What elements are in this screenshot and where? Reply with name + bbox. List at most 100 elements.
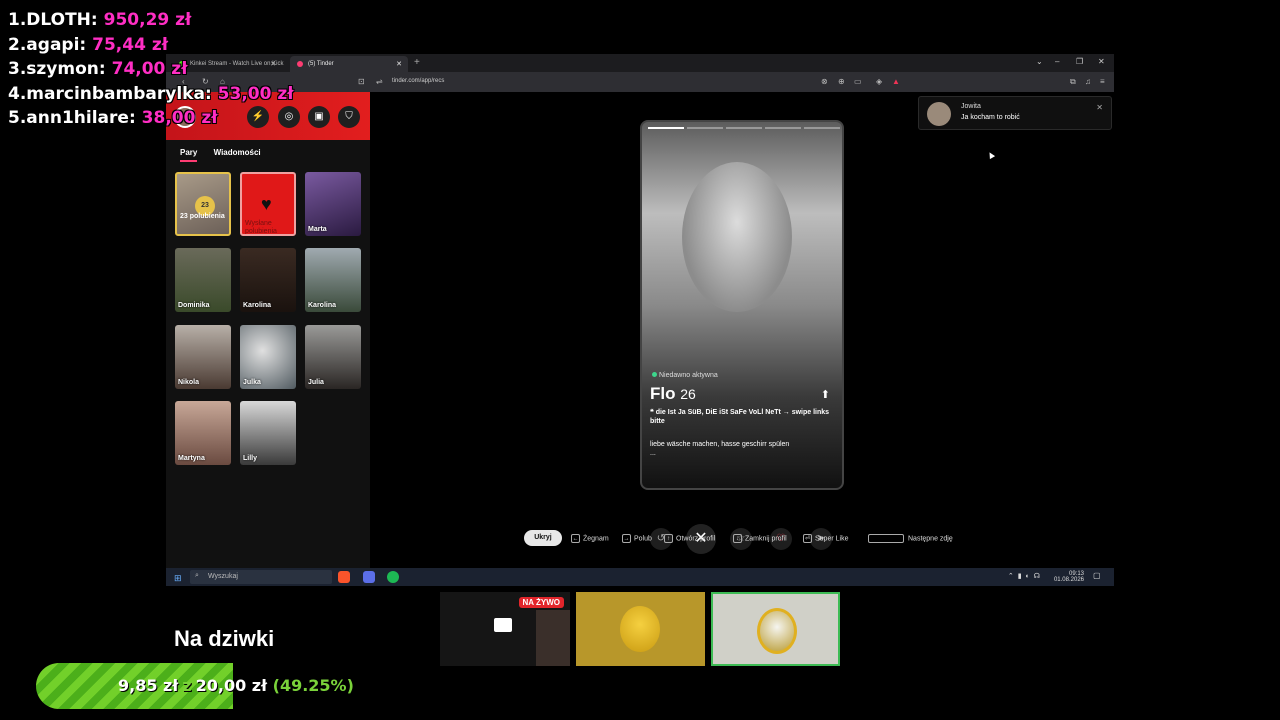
profile-bio: liebe wäsche machen, hasse geschirr spül… [650, 440, 830, 458]
donor-name: marcinbambarylka: [26, 83, 212, 104]
match-card[interactable]: Karolina [305, 248, 361, 312]
notification-message: Ja kocham to robić [961, 114, 1020, 121]
stream-preview-tile: NA ŻYWO [440, 592, 570, 666]
goal-current: 9,85 zł [118, 676, 179, 695]
media-icon[interactable]: ♫ [1085, 77, 1091, 86]
hint-label: Super Like [815, 535, 849, 543]
menu-icon[interactable]: ≡ [1100, 77, 1105, 86]
expand-profile-icon[interactable]: ⬆ [821, 388, 830, 401]
tab-matches[interactable]: Pary [180, 148, 198, 162]
match-name: Julka [243, 379, 261, 386]
goal-text: 9,85 zł z 20,00 zł (49.25%) [118, 676, 354, 695]
age-text: 26 [680, 386, 696, 402]
donor-name: szymon: [26, 59, 106, 79]
address-bar[interactable]: ‹ ↻ ⌂ ⊡ ⇌ tinder.com/app/recs ⊗ ⊕ ▭ ◈ ▲ … [166, 72, 1114, 92]
windows-start-icon[interactable]: ⊞ [174, 573, 182, 584]
close-window-icon[interactable]: ✕ [1098, 57, 1105, 66]
status-text: Niedawno aktywna [659, 372, 718, 379]
match-card[interactable]: Karolina [240, 248, 296, 312]
match-card[interactable]: Julka [240, 325, 296, 389]
monitor-icon [494, 618, 512, 632]
photo-progress [648, 127, 840, 129]
system-clock[interactable]: 09:13 01.08.2026 [1054, 571, 1084, 583]
donor-name: ann1hilare: [26, 108, 136, 128]
close-icon[interactable]: ✕ [396, 60, 402, 68]
match-name: Karolina [243, 302, 272, 309]
profile-name: Flo 26 [650, 384, 696, 404]
match-card[interactable]: Marta [305, 172, 361, 236]
live-badge: NA ŻYWO [518, 597, 564, 608]
leaderboard-row: 5.ann1hilare: 38,00 zł [8, 106, 294, 131]
avatar [927, 102, 951, 126]
donation-amount: 950,29 zł [103, 10, 192, 30]
briefcase-icon[interactable]: ▣ [308, 106, 330, 128]
donor-name: DLOTH: [26, 10, 98, 30]
likes-label: 23 polubienia [180, 213, 225, 220]
brave-icon[interactable] [338, 571, 350, 583]
minimize-icon[interactable]: – [1055, 57, 1059, 66]
zoom-icon[interactable]: ⊕ [838, 77, 845, 86]
webcam-preview [536, 610, 570, 666]
hint-label: Następne zdję [908, 535, 953, 543]
screen-icon[interactable]: ▭ [854, 77, 862, 86]
tab-tinder[interactable]: (5) Tinder ✕ [290, 56, 408, 72]
goal-target: 20,00 zł [195, 676, 268, 695]
taskbar-search[interactable]: ⌕ Wyszukaj [190, 570, 332, 584]
match-notification[interactable]: Jowita Ja kocham to robić ✕ [918, 96, 1112, 130]
goal-connector: z [182, 676, 192, 695]
match-card[interactable]: Dominika [175, 248, 231, 312]
match-name: Marta [308, 226, 327, 233]
likes-card[interactable]: 23 23 polubienia [175, 172, 231, 236]
main-content: Niedawno aktywna Flo 26 ⬆ ❝ die Ist Ja S… [370, 92, 1114, 568]
spotify-icon[interactable] [387, 571, 399, 583]
close-icon[interactable]: ✕ [1096, 103, 1103, 112]
url-text[interactable]: tinder.com/app/recs [392, 78, 444, 84]
tab-messages[interactable]: Wiadomości [214, 148, 261, 157]
match-name: Nikola [178, 379, 200, 386]
match-name: Lilly [243, 455, 258, 462]
match-name: Julia [308, 379, 324, 386]
donation-amount: 75,44 zł [92, 34, 169, 55]
leaderboard-row: 1.DLOTH: 950,29 zł [8, 8, 294, 33]
match-card[interactable]: Lilly [240, 401, 296, 465]
hint-label: Żegnam [583, 535, 609, 543]
screen-capture: Kinkei Stream - Watch Live on Kick ✕ (5) … [166, 54, 1114, 586]
hint-like: → Polub [622, 534, 652, 543]
leaderboard-row: 2.agapi: 75,44 zł [8, 33, 294, 58]
profile-quote: ❝ die Ist Ja SüB, DiE iSt SaFe VoLl NeTt… [650, 409, 830, 425]
new-tab-icon[interactable]: + [414, 57, 420, 68]
hide-hints-button[interactable]: Ukryj [524, 530, 562, 546]
hint-label: Zamknij profil [745, 535, 787, 543]
sunglasses-emoji-tile [576, 592, 705, 666]
site-info-icon[interactable]: ⇌ [376, 77, 383, 86]
joker-emoji-icon [757, 608, 797, 654]
shield-icon[interactable]: ⛉ [338, 106, 360, 128]
shield-icon[interactable]: ⊗ [821, 77, 828, 86]
restore-icon[interactable]: ❐ [1076, 57, 1083, 66]
brave-icon[interactable]: ◈ [876, 77, 882, 86]
tab-label: (5) Tinder [308, 61, 334, 67]
discord-icon[interactable] [363, 571, 375, 583]
bookmark-icon[interactable]: ⊡ [358, 77, 365, 86]
match-card[interactable]: Nikola [175, 325, 231, 389]
extensions-icon[interactable]: ⧉ [1070, 77, 1076, 87]
goal-title: Na dziwki [174, 626, 275, 651]
hint-label: Polub [634, 535, 652, 543]
hint-close: ↓ Zamknij profil [733, 534, 787, 543]
donation-goal-bar: 9,85 zł z 20,00 zł (49.25%) [36, 663, 456, 709]
rank: 1. [8, 10, 27, 30]
hint-next-photo: Następne zdję [868, 534, 953, 543]
hint-superlike: ⏎ Super Like [803, 534, 849, 543]
rank: 2. [8, 34, 27, 55]
chevron-down-icon[interactable]: ⌄ [1036, 57, 1043, 66]
sent-likes-card[interactable]: ♥ Wysłane polubienia [240, 172, 296, 236]
profile-card[interactable]: Niedawno aktywna Flo 26 ⬆ ❝ die Ist Ja S… [640, 120, 844, 490]
warning-icon[interactable]: ▲ [892, 77, 900, 86]
system-tray-icons[interactable]: ⌃▮◐☊ [1008, 572, 1044, 580]
match-card[interactable]: Martyna [175, 401, 231, 465]
notifications-icon[interactable]: ▢ [1093, 571, 1105, 583]
clock-date: 01.08.2026 [1053, 577, 1084, 583]
match-card[interactable]: Julia [305, 325, 361, 389]
hint-label: Otwórz profil [676, 535, 716, 543]
keyboard-hints: Ukryj ← Żegnam → Polub ↑ Otwórz profil ↓ Zam… [524, 530, 964, 546]
